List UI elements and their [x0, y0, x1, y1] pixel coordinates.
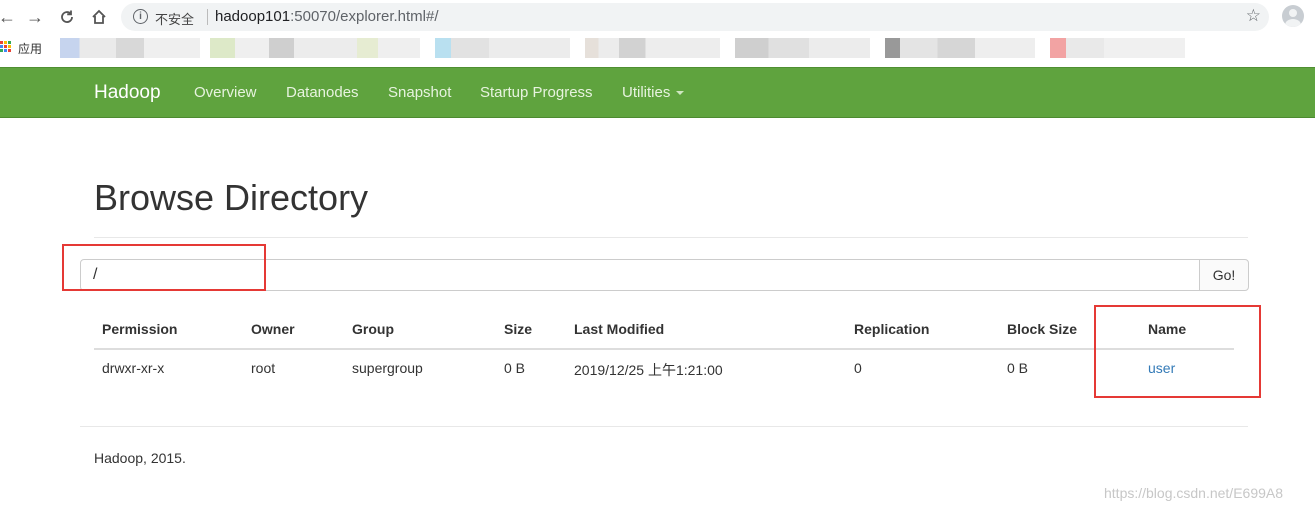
back-arrow-icon[interactable]: ← [0, 6, 18, 28]
home-icon[interactable] [88, 6, 110, 28]
url-host: hadoop101 [215, 8, 291, 25]
header-name[interactable]: Name [1148, 321, 1186, 337]
table-header-divider [94, 348, 1234, 350]
apps-bookmark[interactable]: 应用 [18, 40, 42, 57]
annotation-box-name [1094, 305, 1261, 398]
apps-grid-icon[interactable] [0, 41, 11, 52]
hadoop-navbar: Hadoop Overview Datanodes Snapshot Start… [0, 67, 1315, 118]
blurred-bookmark[interactable] [885, 38, 1035, 58]
forward-arrow-icon[interactable]: → [24, 6, 46, 28]
cell-block-size: 0 B [1007, 360, 1029, 376]
title-divider [94, 237, 1248, 238]
header-block-size[interactable]: Block Size [1007, 321, 1077, 337]
watermark-text: https://blog.csdn.net/E699A8 [1104, 485, 1284, 501]
blurred-bookmark[interactable] [585, 38, 720, 58]
navbar-brand[interactable]: Hadoop [94, 82, 161, 104]
browser-toolbar: ← → i 不安全 hadoop101:50070/explorer.html#… [0, 0, 1315, 34]
blurred-bookmark[interactable] [1050, 38, 1185, 58]
profile-avatar-icon[interactable] [1282, 5, 1304, 27]
browser-chrome: ← → i 不安全 hadoop101:50070/explorer.html#… [0, 0, 1315, 67]
address-bar[interactable]: i 不安全 hadoop101:50070/explorer.html#/ ☆ [121, 3, 1269, 31]
blurred-bookmark[interactable] [735, 38, 870, 58]
header-owner[interactable]: Owner [251, 321, 295, 337]
nav-snapshot[interactable]: Snapshot [388, 84, 451, 101]
info-icon[interactable]: i [133, 9, 148, 24]
header-size[interactable]: Size [504, 321, 532, 337]
cell-size: 0 B [504, 360, 526, 376]
cell-group: supergroup [352, 360, 423, 376]
bookmark-star-icon[interactable]: ☆ [1246, 6, 1261, 26]
blurred-bookmark[interactable] [435, 38, 570, 58]
caret-down-icon [676, 91, 685, 96]
header-last-modified[interactable]: Last Modified [574, 321, 664, 337]
cell-last-modified: 2019/12/25 上午1:21:00 [574, 362, 723, 378]
blurred-bookmark[interactable] [210, 38, 420, 58]
header-group[interactable]: Group [352, 321, 394, 337]
page-title: Browse Directory [94, 177, 369, 218]
footer-divider [80, 426, 1248, 427]
nav-utilities-label: Utilities [622, 84, 671, 101]
nav-overview[interactable]: Overview [194, 84, 257, 101]
cell-replication: 0 [854, 360, 862, 376]
header-replication[interactable]: Replication [854, 321, 929, 337]
address-separator [207, 9, 208, 25]
reload-icon[interactable] [56, 6, 78, 28]
directory-link-user[interactable]: user [1148, 360, 1175, 376]
cell-permission: drwxr-xr-x [102, 360, 165, 376]
go-button[interactable]: Go! [1199, 259, 1249, 291]
cell-owner: root [251, 360, 276, 376]
directory-path-input[interactable] [80, 259, 1200, 291]
blurred-bookmark[interactable] [60, 38, 200, 58]
url-path: :50070/explorer.html#/ [290, 8, 439, 25]
footer-text: Hadoop, 2015. [94, 450, 186, 466]
nav-startup-progress[interactable]: Startup Progress [480, 84, 593, 101]
url-text[interactable]: hadoop101:50070/explorer.html#/ [215, 8, 439, 25]
nav-utilities[interactable]: Utilities [622, 84, 685, 101]
nav-datanodes[interactable]: Datanodes [286, 84, 359, 101]
header-permission[interactable]: Permission [102, 321, 177, 337]
security-label: 不安全 [155, 13, 195, 28]
